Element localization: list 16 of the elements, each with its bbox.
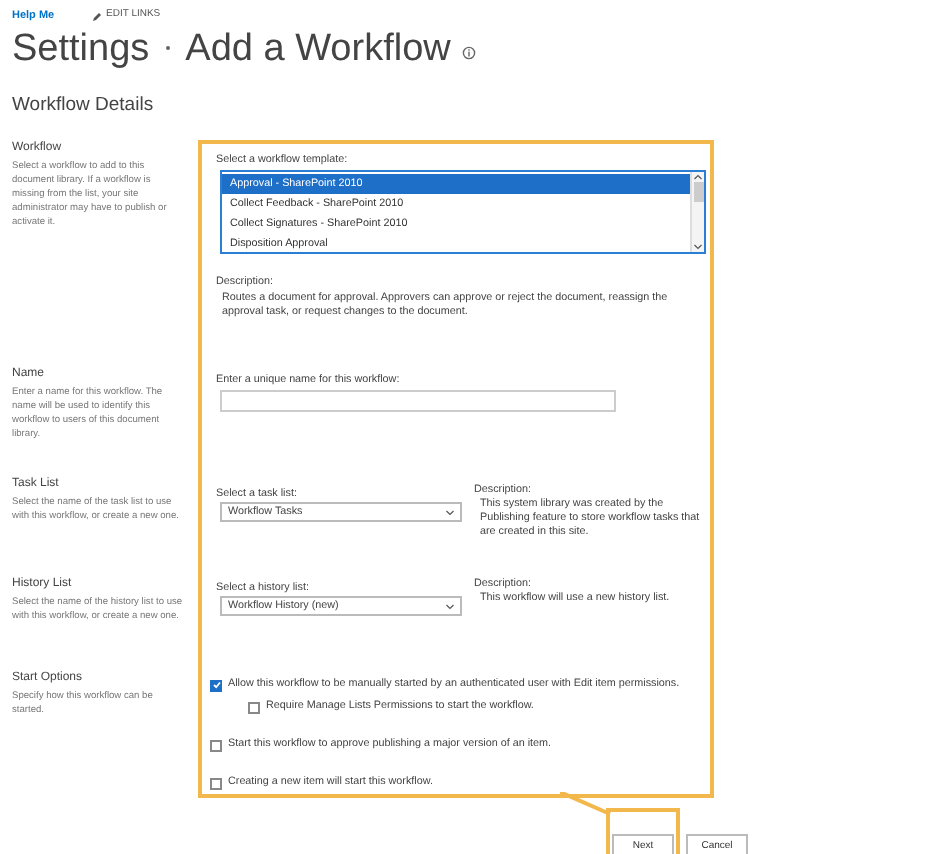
page-title: Settings [12, 29, 150, 67]
name-input[interactable] [220, 390, 616, 412]
scrollbar[interactable] [690, 172, 704, 252]
checkbox[interactable] [248, 701, 260, 713]
page-title: Add a Workflow [185, 29, 451, 67]
checkbox[interactable] [210, 777, 222, 789]
info-icon [462, 45, 477, 59]
scroll-thumb[interactable] [693, 182, 703, 202]
caret-icon [446, 509, 454, 515]
caret-icon [446, 603, 454, 609]
checkbox[interactable] [210, 739, 222, 751]
scroll-down-icon[interactable] [694, 244, 702, 250]
breadcrumb-separator-icon [165, 46, 170, 50]
section-title: Workflow Details [12, 94, 156, 118]
scroll-up-icon[interactable] [694, 174, 702, 180]
pencil-icon [92, 11, 102, 21]
